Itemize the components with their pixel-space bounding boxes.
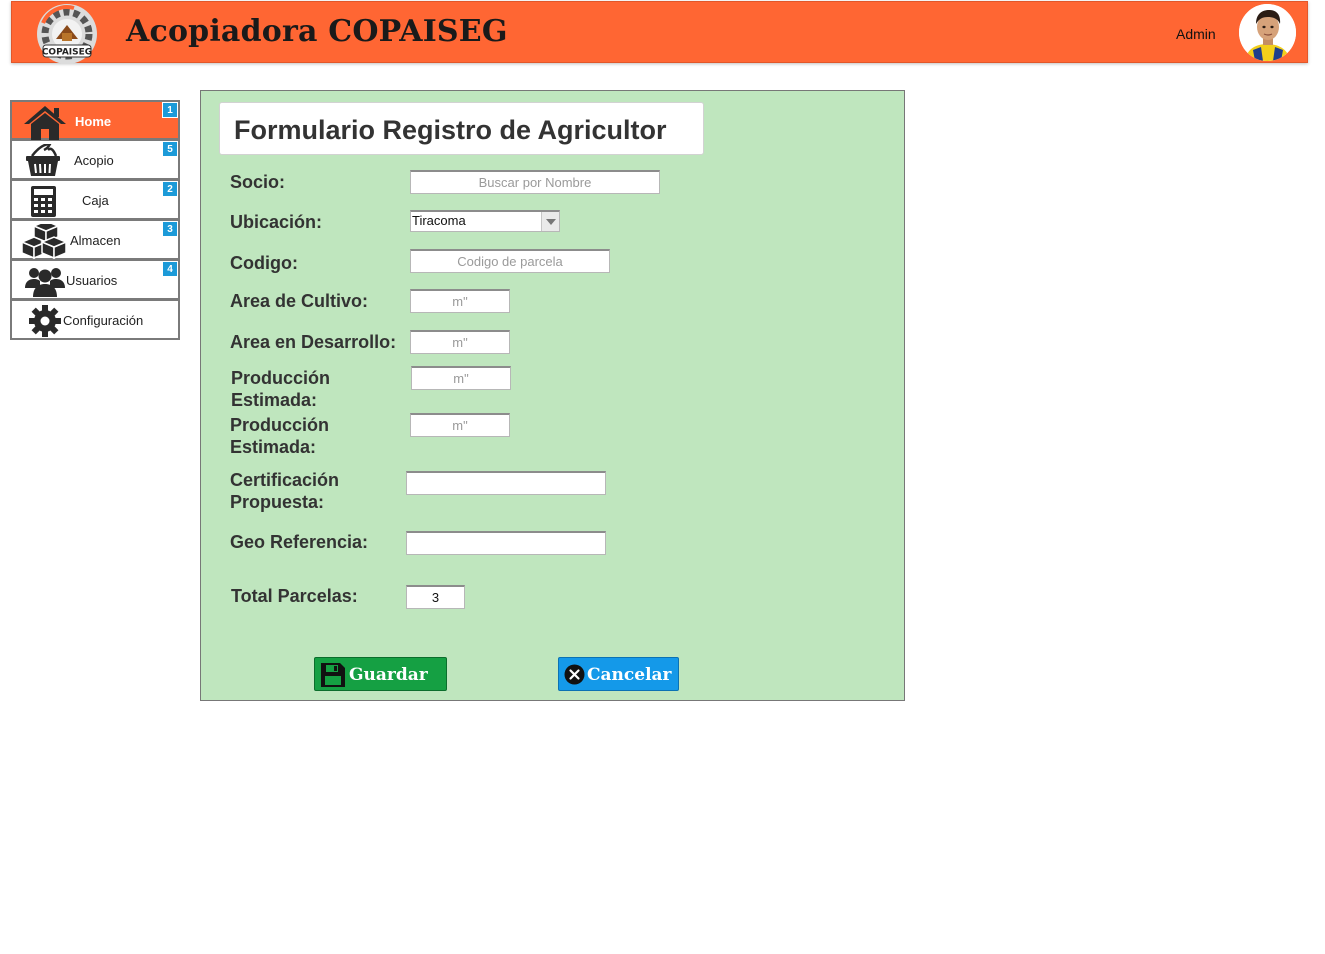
registration-form: Formulario Registro de Agricultor Socio:… [200,90,905,701]
ubicacion-label: Ubicación: [230,212,323,232]
label-line: Propuesta: [230,492,325,512]
geo-referencia-label: Geo Referencia: [230,532,369,552]
sidebar-item-almacen[interactable]: Almacen 3 [10,220,180,260]
logo-text: COPAISEG [42,48,92,58]
notification-badge: 2 [162,181,178,197]
user-avatar[interactable] [1239,4,1296,61]
label-line: Producción [230,415,330,435]
cancel-button[interactable]: Cancelar [558,657,679,691]
notification-badge: 1 [162,102,178,118]
calculator-icon [22,184,68,218]
produccion-estimada-input-1[interactable]: m" [411,366,511,390]
form-title-box: Formulario Registro de Agricultor [219,102,704,155]
label-line: Estimada: [231,390,318,410]
sidebar-item-configuracion[interactable]: Configuración [10,300,180,340]
ubicacion-select[interactable]: Tiracoma [410,210,560,232]
copaiseg-logo[interactable]: COPAISEG [34,3,100,64]
app-title: Acopiadora COPAISEG [126,14,508,49]
boxes-icon [20,220,68,260]
produccion-estimada-input-2[interactable]: m" [410,413,510,437]
close-icon [564,664,585,685]
area-desarrollo-input[interactable]: m" [410,330,510,354]
admin-label[interactable]: Admin [1176,26,1216,42]
cancel-button-label: Cancelar [587,665,672,685]
users-icon [22,264,68,298]
notification-badge: 4 [162,261,178,277]
total-parcelas-label: Total Parcelas: [231,586,358,606]
notification-badge: 5 [162,141,178,157]
sidebar-item-label: Home [75,114,112,129]
area-desarrollo-label: Area en Desarrollo: [230,332,397,352]
ubicacion-selected-value: Tiracoma [412,213,466,228]
sidebar-item-usuarios[interactable]: Usuarios 4 [10,260,180,300]
certificacion-label: Certificación Propuesta: [230,469,339,513]
sidebar-item-label: Usuarios [66,273,118,288]
label-line: Estimada: [230,437,317,457]
sidebar-item-acopio[interactable]: Acopio 5 [10,140,180,180]
produccion-estimada-label-1: Producción Estimada: [231,367,330,411]
sidebar-nav: Home 1 Acopio 5 Caja 2 Almacen 3 Usuario… [10,100,180,340]
socio-search-input[interactable]: Buscar por Nombre [410,170,660,194]
basket-icon [22,142,68,178]
notification-badge: 3 [162,221,178,237]
chevron-down-icon[interactable] [541,212,559,231]
label-line: Producción [231,368,331,388]
label-line: Certificación [230,470,340,490]
area-cultivo-label: Area de Cultivo: [230,291,369,311]
gear-icon [22,304,68,338]
geo-referencia-input[interactable] [406,531,606,555]
codigo-input[interactable]: Codigo de parcela [410,249,610,273]
form-title: Formulario Registro de Agricultor [234,115,667,145]
sidebar-item-home[interactable]: Home 1 [10,100,180,140]
socio-label: Socio: [230,172,286,192]
sidebar-item-label: Caja [82,193,109,208]
sidebar-item-label: Acopio [74,153,114,168]
sidebar-item-label: Configuración [63,313,144,328]
certificacion-input[interactable] [406,471,606,495]
sidebar-item-caja[interactable]: Caja 2 [10,180,180,220]
codigo-label: Codigo: [230,253,298,273]
total-parcelas-input[interactable]: 3 [406,585,465,609]
save-button[interactable]: Guardar [314,657,447,691]
area-cultivo-input[interactable]: m" [410,289,510,313]
home-icon [22,105,68,140]
produccion-estimada-label-2: Producción Estimada: [230,414,329,458]
save-button-label: Guardar [349,665,428,685]
sidebar-item-label: Almacen [70,233,121,248]
app-header: COPAISEG Acopiadora COPAISEG Admin [11,1,1308,64]
floppy-disk-icon [320,662,346,688]
